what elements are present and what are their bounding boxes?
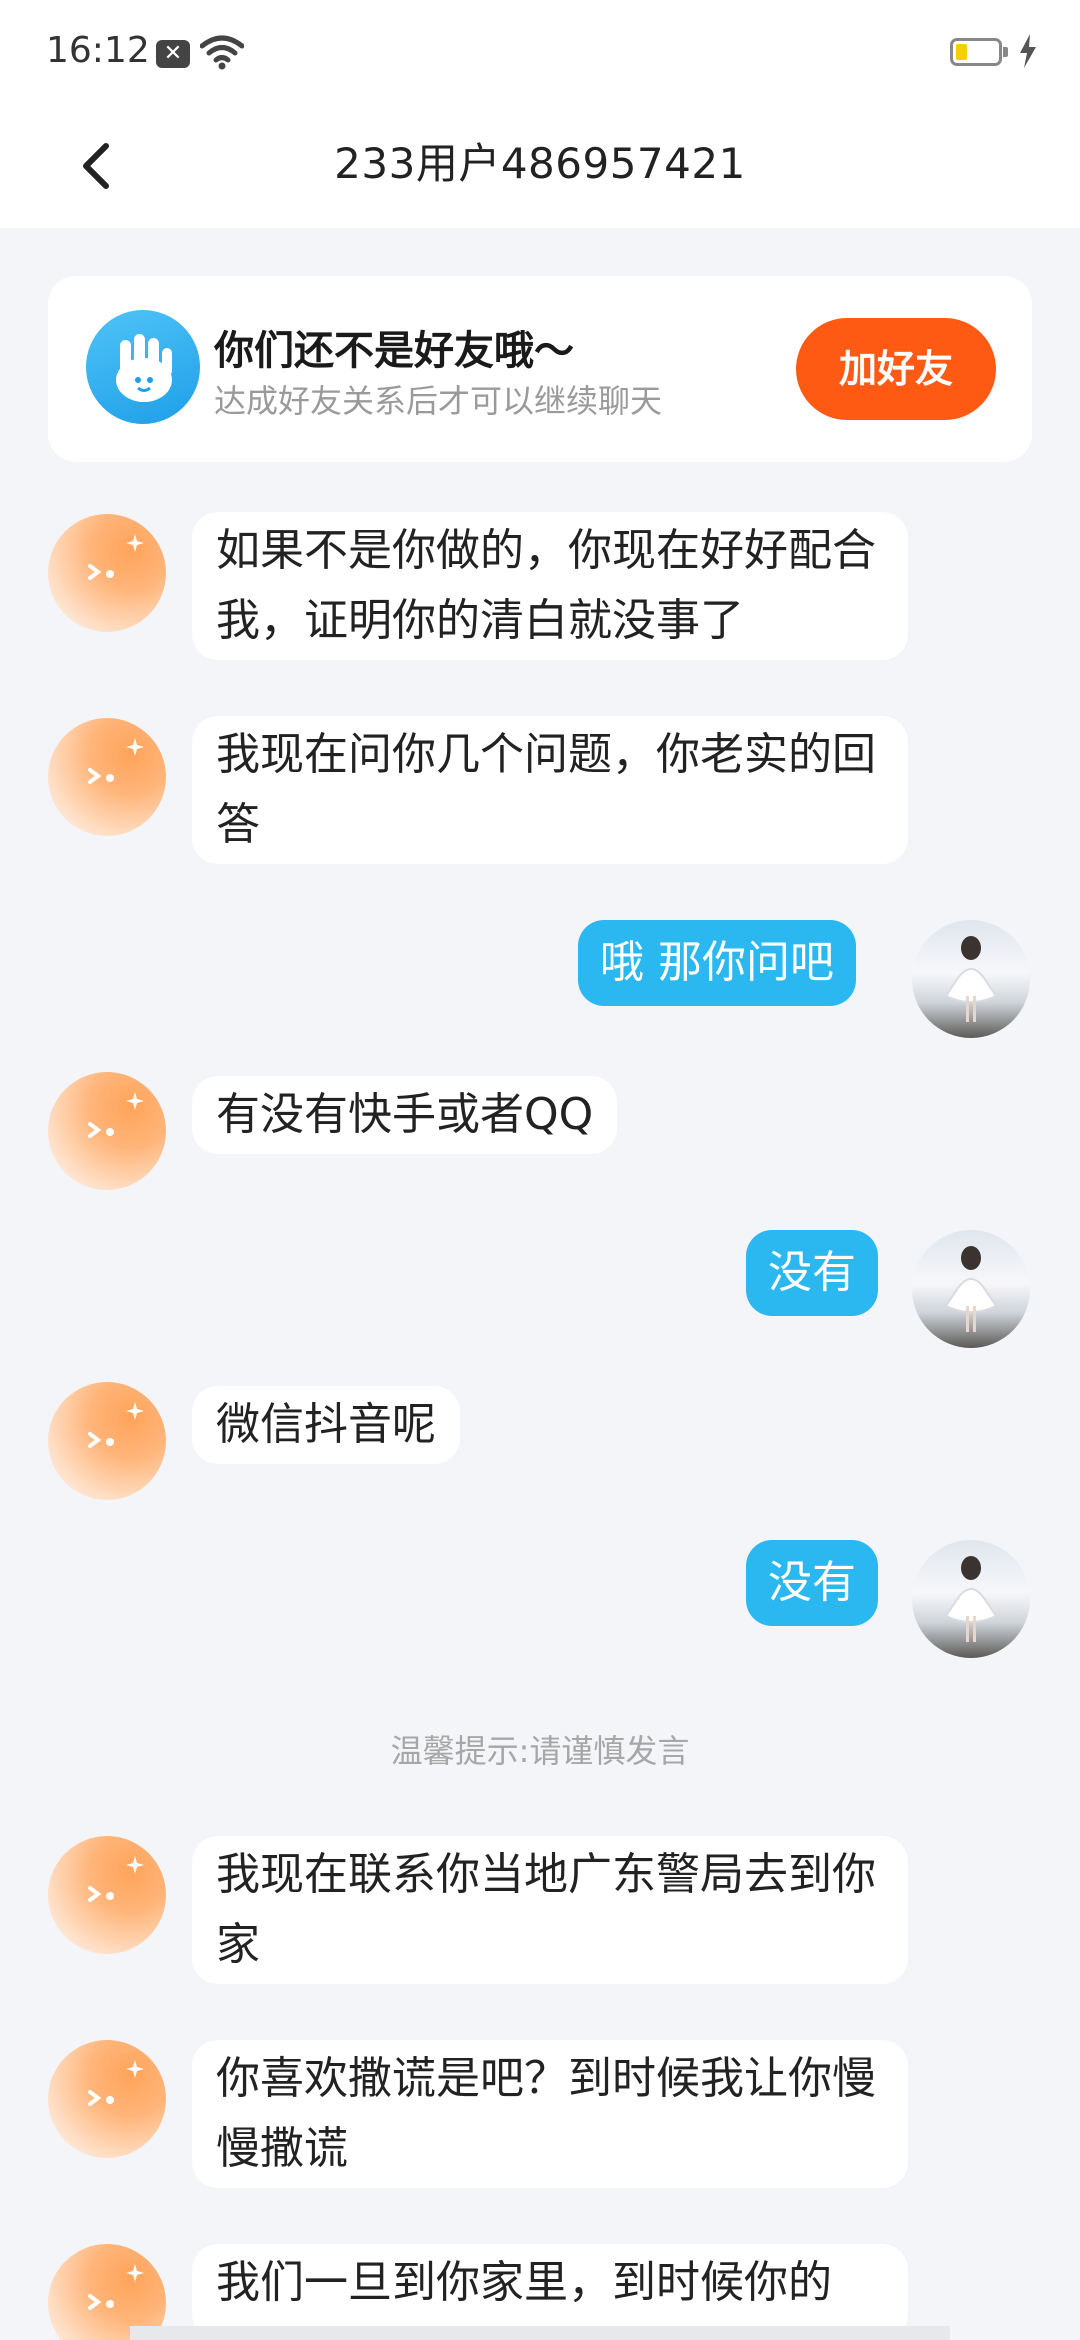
avatar[interactable] bbox=[48, 1382, 166, 1500]
page-title: 233用户486957421 bbox=[334, 139, 746, 188]
hand-wave-icon bbox=[86, 310, 200, 424]
message-bubble[interactable]: 微信抖音呢 bbox=[192, 1386, 460, 1464]
friend-notice-subtitle: 达成好友关系后才可以继续聊天 bbox=[214, 382, 663, 420]
chat-header: 233用户486957421 bbox=[0, 104, 1080, 228]
message-bubble-sent[interactable]: 没有 bbox=[746, 1230, 878, 1316]
status-time: 16:12 bbox=[46, 30, 150, 71]
bottom-input-edge bbox=[130, 2326, 950, 2340]
avatar-self[interactable] bbox=[912, 920, 1030, 1038]
avatar[interactable] bbox=[48, 1072, 166, 1190]
message-bubble[interactable]: 有没有快手或者QQ bbox=[192, 1076, 618, 1154]
system-notice: 温馨提示:请谨慎发言 bbox=[390, 1732, 690, 1770]
avatar[interactable] bbox=[48, 2040, 166, 2158]
message-bubble[interactable]: 如果不是你做的，你现在好好配合我，证明你的清白就没事了 bbox=[192, 512, 908, 660]
avatar-self[interactable] bbox=[912, 1540, 1030, 1658]
message-bubble[interactable]: 你喜欢撒谎是吧？到时候我让你慢慢撒谎 bbox=[192, 2040, 908, 2188]
message-bubble[interactable]: 我现在联系你当地广东警局去到你家 bbox=[192, 1836, 908, 1984]
notification-icon: ✕ bbox=[156, 40, 190, 68]
message-bubble[interactable]: 我现在问你几个问题，你老实的回答 bbox=[192, 716, 908, 864]
avatar[interactable] bbox=[48, 718, 166, 836]
battery-icon bbox=[950, 38, 1008, 66]
chat-screen: 16:12 ✕ 233用户486957421 你们还不是好友哦～ 达成好友关系后… bbox=[0, 0, 1080, 2340]
friend-notice-title: 你们还不是好友哦～ bbox=[214, 328, 574, 374]
charging-icon bbox=[1020, 34, 1036, 68]
wifi-icon bbox=[200, 35, 244, 70]
avatar[interactable] bbox=[48, 514, 166, 632]
avatar[interactable] bbox=[48, 1836, 166, 1954]
status-bar: 16:12 ✕ bbox=[0, 0, 1080, 104]
message-bubble-sent[interactable]: 哦 那你问吧 bbox=[578, 920, 856, 1006]
friend-notice-card: 你们还不是好友哦～ 达成好友关系后才可以继续聊天 加好友 bbox=[48, 276, 1032, 462]
avatar-self[interactable] bbox=[912, 1230, 1030, 1348]
message-bubble-sent[interactable]: 没有 bbox=[746, 1540, 878, 1626]
add-friend-button[interactable]: 加好友 bbox=[796, 318, 996, 420]
